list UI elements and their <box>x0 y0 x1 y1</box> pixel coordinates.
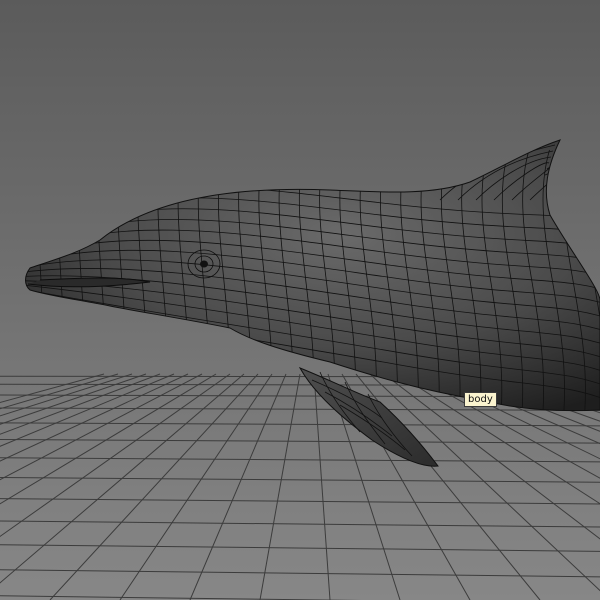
viewport-scene[interactable] <box>0 0 600 600</box>
object-name-label: body <box>464 392 497 407</box>
3d-viewport[interactable]: body <box>0 0 600 600</box>
